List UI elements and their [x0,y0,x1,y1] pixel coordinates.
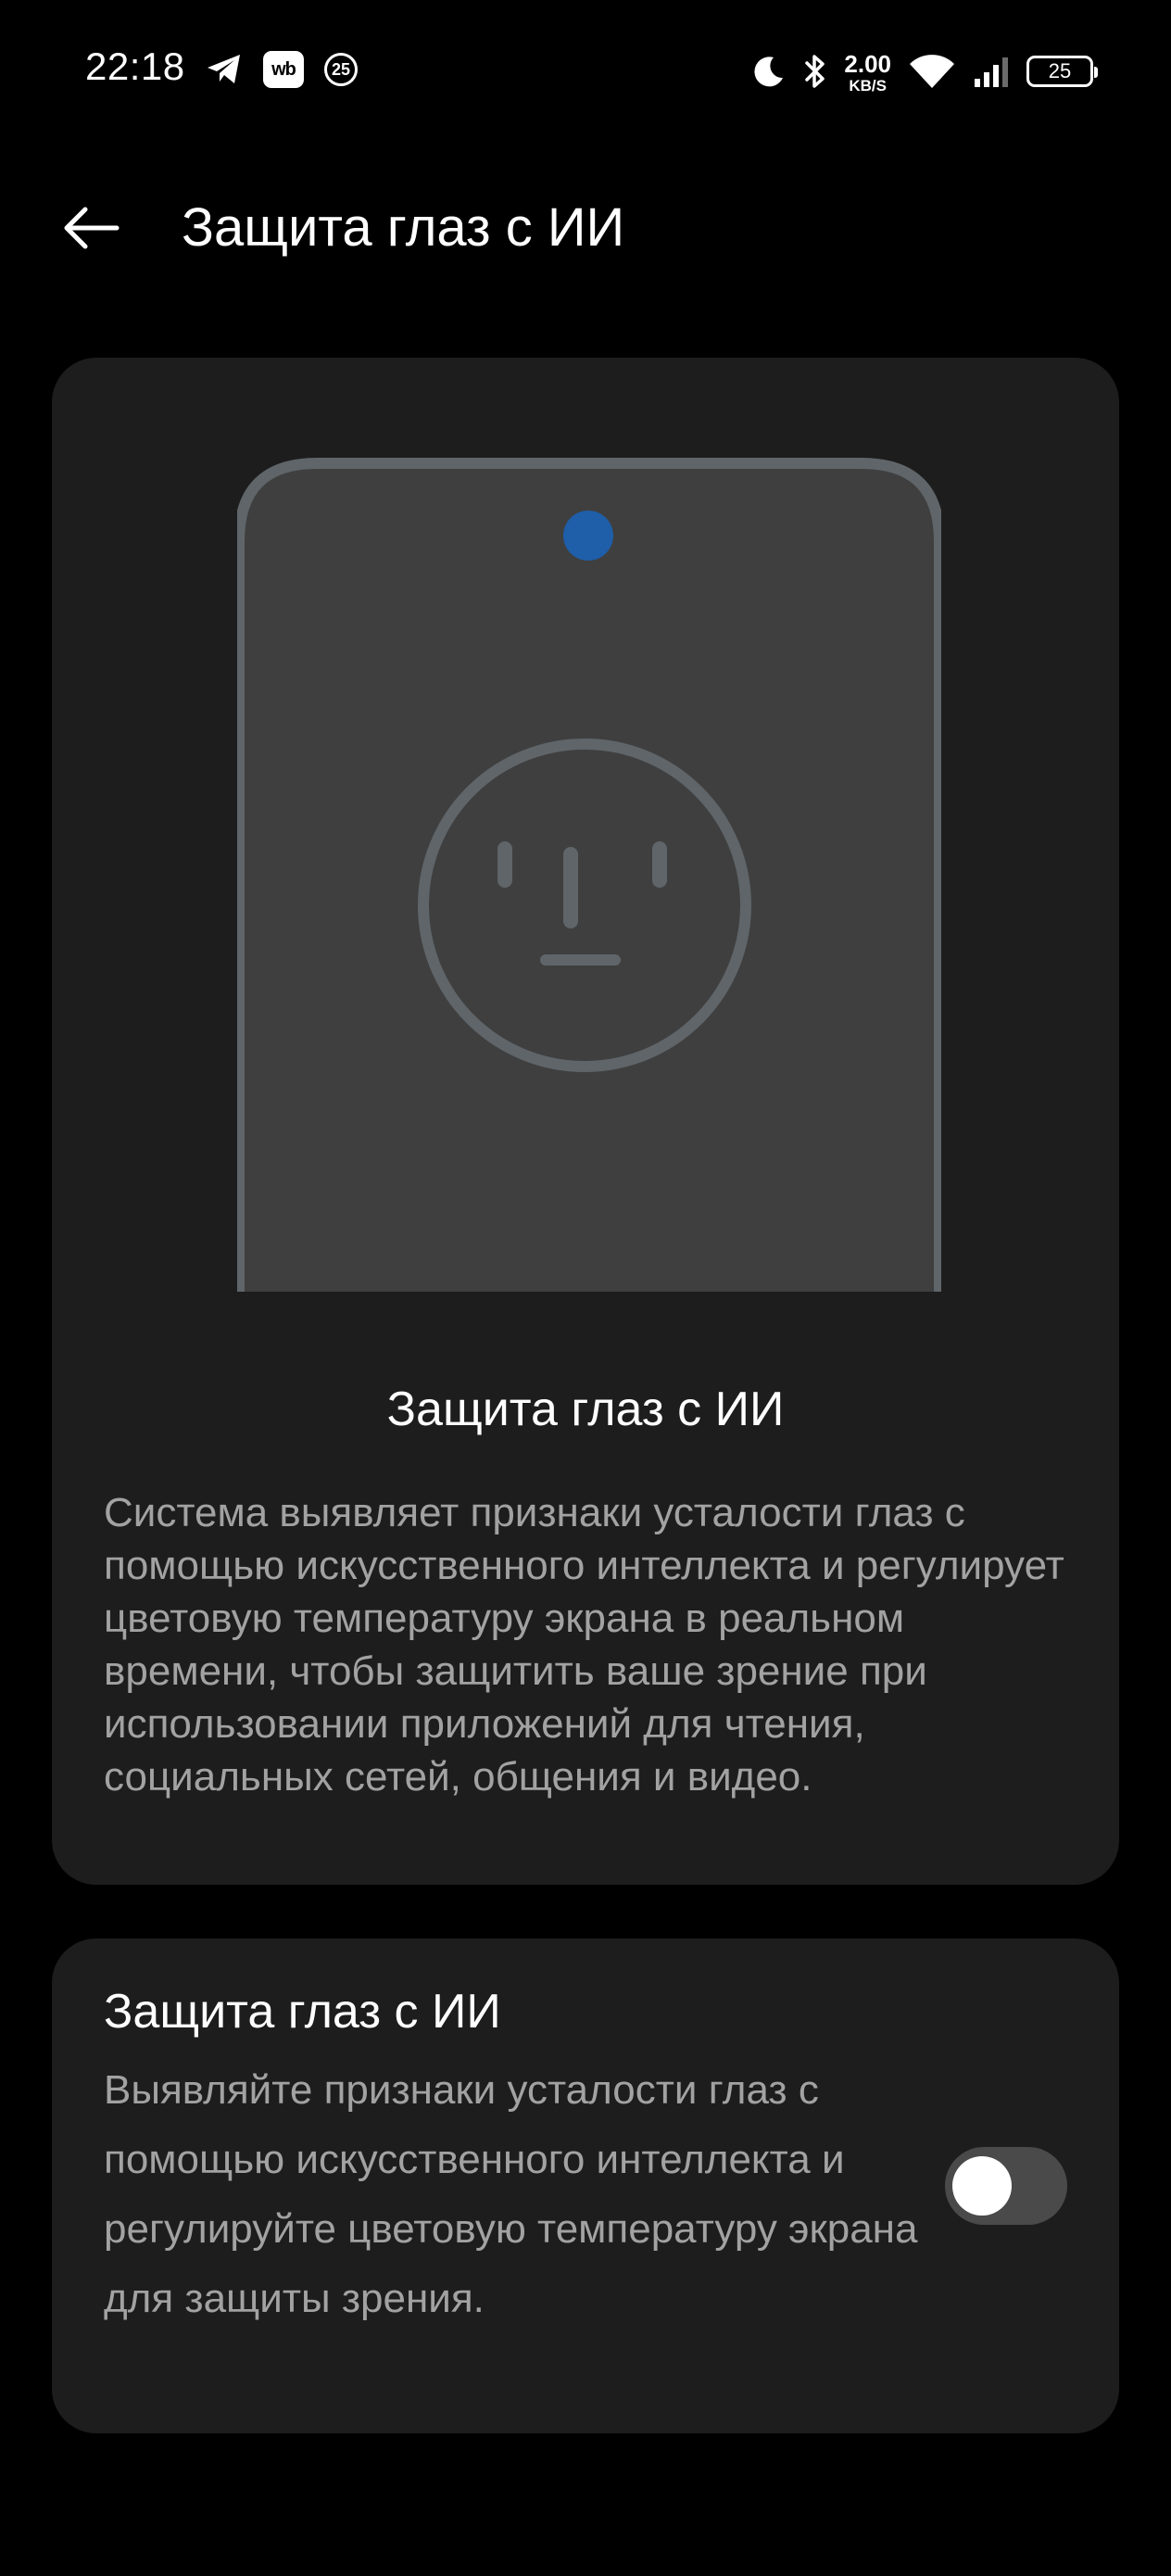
info-card: Защита глаз с ИИ Система выявляет призна… [52,358,1119,1885]
arrow-left-icon [64,207,120,249]
app-header: Защита глаз с ИИ [0,176,1171,278]
setting-description: Выявляйте признаки усталости глаз с помо… [104,2067,918,2321]
info-card-description: Система выявляет признаки усталости глаз… [104,1490,1064,1799]
wifi-icon [908,53,956,90]
back-button[interactable] [56,193,126,263]
bluetooth-icon [803,52,827,91]
info-card-title: Защита глаз с ИИ [386,1383,785,1436]
page-title: Защита глаз с ИИ [182,197,625,258]
status-right-icons: 2.00 KB/S 25 [751,46,1098,96]
status-left-icons: wb 25 [206,48,358,91]
telegram-icon [206,53,243,86]
network-speed-value: 2.00 [844,49,891,78]
network-speed: 2.00 KB/S [844,52,891,94]
setting-title: Защита глаз с ИИ [104,1985,501,2039]
network-speed-unit: KB/S [849,76,887,95]
eye-protection-toggle[interactable] [945,2147,1067,2225]
status-time: 22:18 [85,44,185,88]
status-bar: 22:18 wb 25 2.00 KB/S 25 [0,0,1171,139]
eye-protection-setting[interactable]: Защита глаз с ИИ Выявляйте признаки уста… [52,1938,1119,2433]
battery-icon: 25 [1026,56,1098,87]
signal-icon [973,55,1010,88]
phone-face-illustration [233,458,945,1384]
camera-dot-icon [563,511,613,561]
badge-25-icon: 25 [324,53,358,86]
wb-app-icon: wb [263,51,304,88]
toggle-knob [952,2156,1012,2216]
moon-icon [751,54,787,89]
